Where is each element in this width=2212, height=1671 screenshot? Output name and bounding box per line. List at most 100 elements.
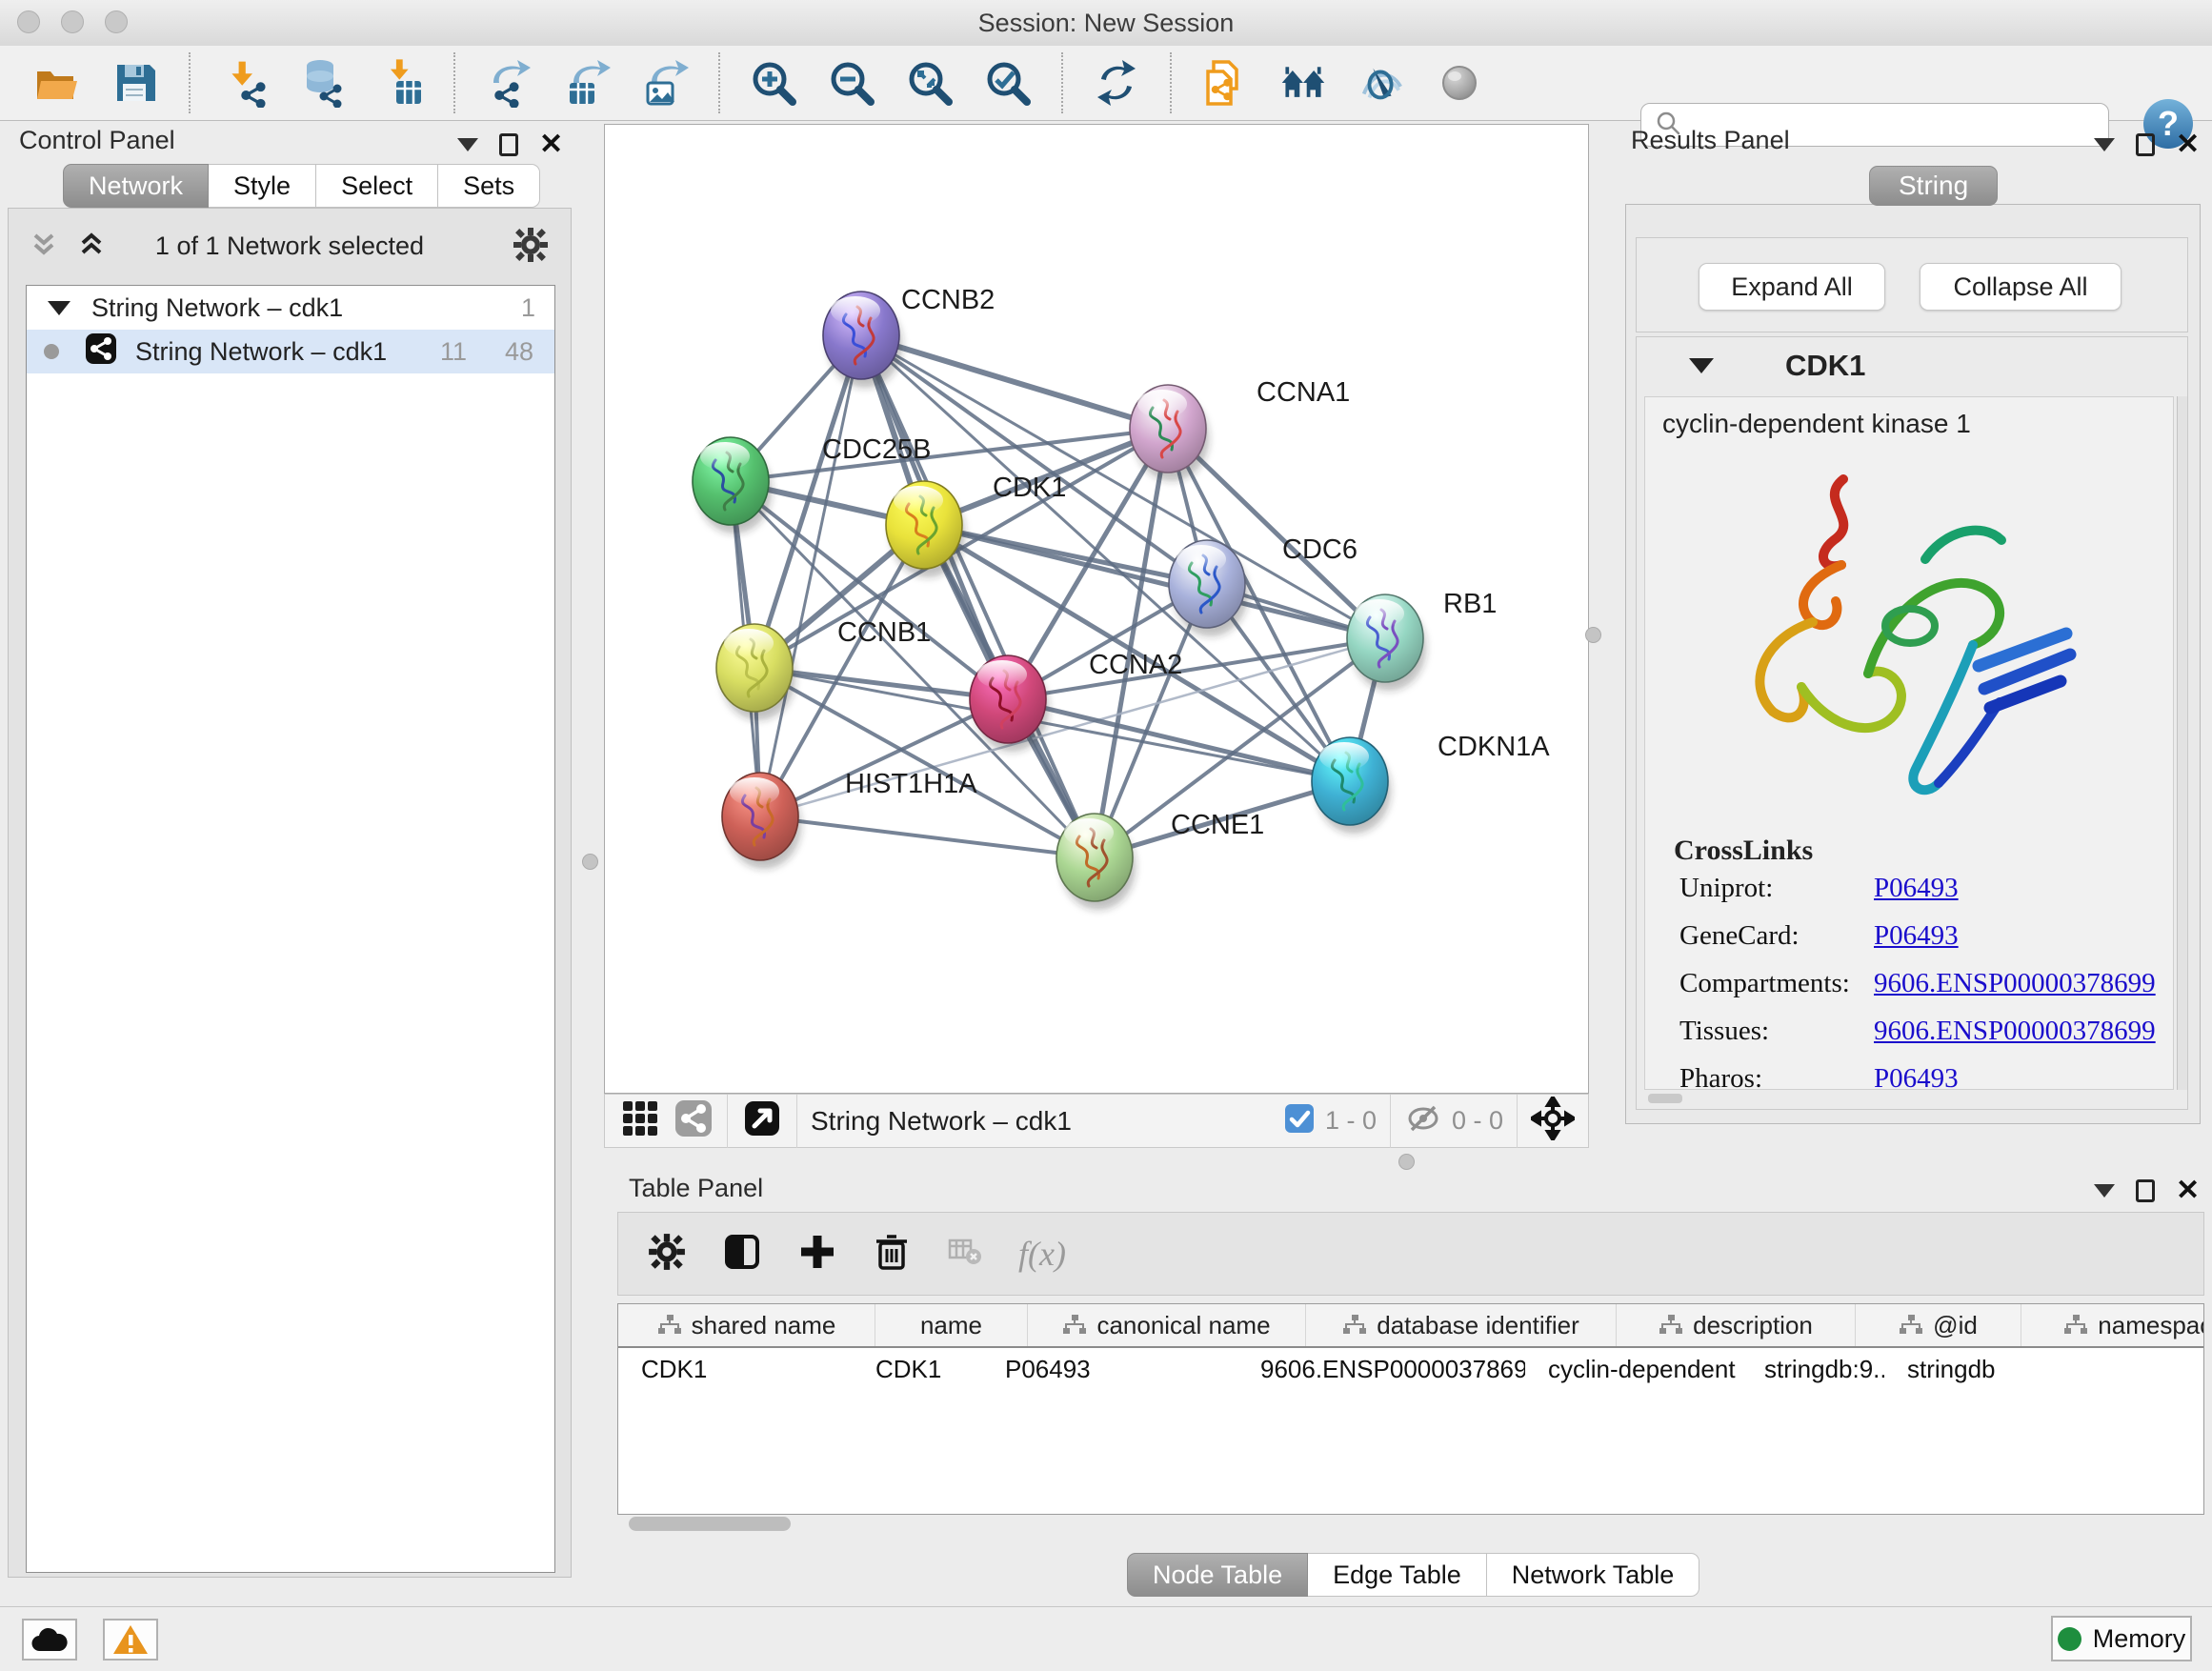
delete-column-icon[interactable] bbox=[872, 1232, 912, 1277]
network-node-CCNA2[interactable]: CCNA2 bbox=[970, 650, 1182, 752]
birdseye-view-icon[interactable] bbox=[741, 1097, 783, 1144]
export-image-icon[interactable] bbox=[640, 58, 690, 108]
duplicate-network-icon[interactable] bbox=[1200, 58, 1250, 108]
expand-all-button[interactable]: Expand All bbox=[1699, 263, 1885, 311]
left-splitter-handle[interactable] bbox=[582, 854, 598, 870]
status-bar: Memory bbox=[0, 1606, 2212, 1671]
collapse-panel-icon[interactable] bbox=[2094, 138, 2115, 151]
import-network-database-icon[interactable] bbox=[297, 58, 347, 108]
network-badge-icon[interactable] bbox=[674, 1098, 714, 1143]
network-node-CDKN1A[interactable]: CDKN1A bbox=[1312, 732, 1550, 834]
export-network-icon[interactable] bbox=[484, 58, 533, 108]
crosslink-link[interactable]: P06493 bbox=[1874, 1063, 1959, 1090]
zoom-in-icon[interactable] bbox=[749, 58, 798, 108]
show-columns-icon[interactable] bbox=[721, 1231, 763, 1278]
zoom-out-icon[interactable] bbox=[827, 58, 876, 108]
network-view-canvas[interactable]: CCNB2 CCNA1 CDC25B CDK1 bbox=[604, 124, 1589, 1094]
network-node-CCNB2[interactable]: CCNB2 bbox=[823, 285, 995, 388]
collapse-panel-icon[interactable] bbox=[2094, 1184, 2115, 1198]
cell-name[interactable]: CDK1 bbox=[853, 1348, 982, 1390]
cell-canonical-name[interactable]: P06493 bbox=[982, 1348, 1237, 1390]
open-folder-icon[interactable] bbox=[32, 58, 82, 108]
tab-select[interactable]: Select bbox=[316, 164, 438, 208]
cell-namespace[interactable]: stringdb bbox=[1884, 1348, 2109, 1390]
hide-details-icon[interactable] bbox=[1357, 58, 1406, 108]
results-tab-string[interactable]: String bbox=[1869, 166, 1998, 206]
import-network-file-icon[interactable] bbox=[219, 58, 269, 108]
cytoscape-window: Session: New Session ? Control Panel ✕ N… bbox=[0, 0, 2212, 1671]
control-panel-controls: ✕ bbox=[457, 133, 563, 156]
network-row[interactable]: String Network – cdk1 11 48 bbox=[27, 330, 554, 373]
crosslink-link[interactable]: 9606.ENSP00000378699 bbox=[1874, 1016, 2156, 1047]
bottom-splitter-handle[interactable] bbox=[1398, 1154, 1415, 1170]
column-header-description[interactable]: description bbox=[1617, 1304, 1856, 1346]
results-hscroll-thumb[interactable] bbox=[1648, 1094, 1682, 1103]
results-scrollbar[interactable] bbox=[2177, 396, 2187, 1090]
network-node-HIST1H1A[interactable]: HIST1H1A bbox=[722, 769, 977, 869]
tab-network[interactable]: Network bbox=[63, 164, 209, 208]
toolbar-separator bbox=[718, 52, 720, 113]
table-header-row: shared namenamecanonical namedatabase id… bbox=[618, 1304, 2203, 1348]
close-panel-icon[interactable]: ✕ bbox=[2176, 133, 2200, 156]
warning-button[interactable] bbox=[103, 1619, 158, 1661]
pan-crosshair-icon[interactable] bbox=[1531, 1097, 1575, 1145]
table-gear-icon[interactable] bbox=[647, 1232, 687, 1277]
cell-@id[interactable]: stringdb:9... bbox=[1741, 1348, 1884, 1390]
network-node-CDK1[interactable]: CDK1 bbox=[886, 473, 1066, 577]
memory-button[interactable]: Memory bbox=[2051, 1616, 2192, 1661]
protein-details: cyclin-dependent kinase 1 bbox=[1644, 396, 2174, 1090]
column-header-shared-name[interactable]: shared name bbox=[618, 1304, 875, 1346]
float-panel-icon[interactable] bbox=[2136, 1179, 2155, 1202]
column-header-canonical-name[interactable]: canonical name bbox=[1028, 1304, 1306, 1346]
crosslink-link[interactable]: 9606.ENSP00000378699 bbox=[1874, 968, 2156, 999]
protein-section-header[interactable]: CDK1 bbox=[1637, 337, 2187, 394]
zoom-selected-icon[interactable] bbox=[983, 58, 1033, 108]
cell-description[interactable]: cyclin-dependent ... bbox=[1525, 1348, 1741, 1390]
tab-network-table[interactable]: Network Table bbox=[1487, 1553, 1700, 1597]
refresh-layout-icon[interactable] bbox=[1092, 58, 1141, 108]
cell-database-identifier[interactable]: 9606.ENSP00000378699 bbox=[1237, 1348, 1525, 1390]
float-panel-icon[interactable] bbox=[499, 133, 518, 156]
collapse-all-button[interactable]: Collapse All bbox=[1920, 263, 2122, 311]
crosslink-label: Pharos: bbox=[1679, 1063, 1762, 1090]
selected-checkbox-icon[interactable] bbox=[1283, 1102, 1316, 1139]
tab-style[interactable]: Style bbox=[209, 164, 316, 208]
close-panel-icon[interactable]: ✕ bbox=[2176, 1179, 2200, 1202]
tab-sets[interactable]: Sets bbox=[438, 164, 540, 208]
table-row[interactable]: CDK1CDK1P064939606.ENSP00000378699cyclin… bbox=[618, 1348, 2203, 1390]
network-node-RB1[interactable]: RB1 bbox=[1347, 589, 1497, 691]
add-column-icon[interactable] bbox=[797, 1232, 837, 1277]
network-node-CCNE1[interactable]: CCNE1 bbox=[1056, 810, 1264, 910]
node-label-CDC6: CDC6 bbox=[1282, 534, 1357, 565]
section-collapse-icon[interactable] bbox=[1689, 358, 1714, 373]
string-home-icon[interactable] bbox=[1278, 58, 1328, 108]
float-panel-icon[interactable] bbox=[2136, 133, 2155, 156]
node-table[interactable]: shared namenamecanonical namedatabase id… bbox=[617, 1303, 2204, 1515]
import-table-icon[interactable] bbox=[375, 58, 425, 108]
tab-edge-table[interactable]: Edge Table bbox=[1308, 1553, 1487, 1597]
network-node-CCNA1[interactable]: CCNA1 bbox=[1130, 377, 1350, 481]
network-collection-row[interactable]: String Network – cdk1 1 bbox=[27, 286, 554, 330]
right-splitter-handle[interactable] bbox=[1585, 627, 1601, 643]
column-header-database-identifier[interactable]: database identifier bbox=[1306, 1304, 1617, 1346]
crosslink-link[interactable]: P06493 bbox=[1874, 873, 1959, 904]
collection-label: String Network – cdk1 bbox=[91, 293, 343, 323]
table-hscroll-thumb[interactable] bbox=[629, 1517, 791, 1531]
save-icon[interactable] bbox=[111, 58, 160, 108]
export-table-icon[interactable] bbox=[562, 58, 612, 108]
grid-view-icon[interactable] bbox=[620, 1098, 660, 1143]
cloud-button[interactable] bbox=[22, 1619, 77, 1661]
collapse-panel-icon[interactable] bbox=[457, 138, 478, 151]
column-header-@id[interactable]: @id bbox=[1856, 1304, 2021, 1346]
column-header-name[interactable]: name bbox=[875, 1304, 1028, 1346]
network-options-gear-icon[interactable] bbox=[512, 226, 550, 269]
tree-expand-icon[interactable] bbox=[48, 301, 70, 315]
column-header-namespace[interactable]: namespace bbox=[2021, 1304, 2204, 1346]
close-panel-icon[interactable]: ✕ bbox=[539, 133, 563, 156]
eye-disabled-icon[interactable] bbox=[1435, 58, 1484, 108]
zoom-fit-icon[interactable] bbox=[905, 58, 955, 108]
hidden-counter: 0 - 0 bbox=[1452, 1106, 1503, 1136]
cell-shared-name[interactable]: CDK1 bbox=[618, 1348, 853, 1390]
tab-node-table[interactable]: Node Table bbox=[1127, 1553, 1308, 1597]
crosslink-link[interactable]: P06493 bbox=[1874, 920, 1959, 952]
